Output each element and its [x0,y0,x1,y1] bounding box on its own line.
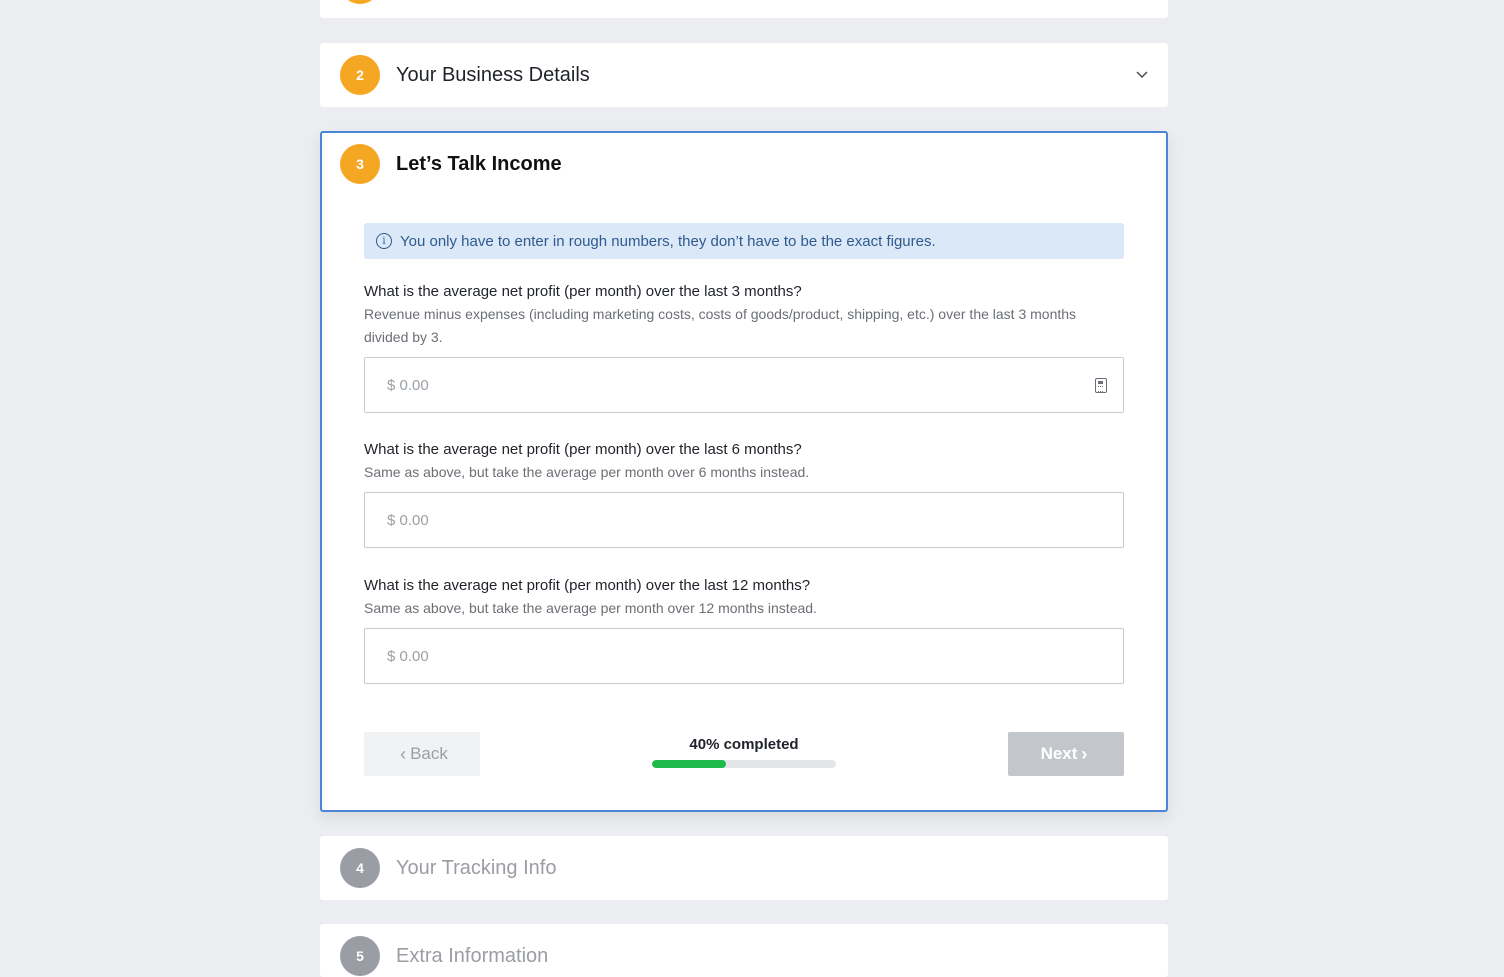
step-5-title: Extra Information [396,944,549,967]
info-banner: i You only have to enter in rough number… [364,223,1124,259]
step-2-number: 2 [340,55,380,95]
progress-text: 40% completed [689,736,799,753]
question-label: What is the average net profit (per mont… [364,283,802,300]
form-footer: ‹ Back 40% completed Next › [364,732,1124,776]
question-12-months: What is the average net profit (per mont… [364,576,1124,684]
info-icon: i [376,233,392,249]
step-4-header[interactable]: 4 Your Tracking Info [320,836,1168,900]
chevron-down-icon[interactable] [1136,69,1148,81]
step-4-number: 4 [340,848,380,888]
step-2-title: Your Business Details [396,63,590,86]
profit-3-months-input[interactable]: $ 0.00 [364,357,1124,413]
back-label: Back [410,744,448,763]
step-3-card: 3 Let’s Talk Income i You only have to e… [320,131,1168,812]
question-label: What is the average net profit (per mont… [364,441,802,458]
question-help: Revenue minus expenses (including market… [364,306,1077,345]
step-2-header[interactable]: 2 Your Business Details [320,43,1168,107]
step-3-header: 3 Let’s Talk Income [322,133,1166,195]
next-label: Next [1040,744,1078,763]
question-help: Same as above, but take the average per … [364,464,810,480]
step-5-card[interactable]: 5 Extra Information [320,924,1168,977]
back-button[interactable]: ‹ Back [364,732,480,776]
question-help: Same as above, but take the average per … [364,600,817,616]
step-3-number: 3 [340,144,380,184]
next-button[interactable]: Next › [1008,732,1124,776]
input-placeholder: $ 0.00 [387,511,429,529]
profit-12-months-input[interactable]: $ 0.00 [364,628,1124,684]
question-label: What is the average net profit (per mont… [364,577,811,594]
progress-track [652,760,836,768]
step-4-title: Your Tracking Info [396,856,557,879]
step-4-card[interactable]: 4 Your Tracking Info [320,836,1168,900]
profit-6-months-input[interactable]: $ 0.00 [364,492,1124,548]
question-6-months: What is the average net profit (per mont… [364,440,1124,548]
input-placeholder: $ 0.00 [387,647,429,665]
step-3-title: Let’s Talk Income [396,152,562,175]
chevron-left-icon: ‹ [400,743,407,764]
input-placeholder: $ 0.00 [387,376,429,394]
progress-indicator: 40% completed [652,736,836,768]
step-5-number: 5 [340,936,380,976]
question-3-months: What is the average net profit (per mont… [364,282,1124,413]
step-2-card[interactable]: 2 Your Business Details [320,43,1168,107]
chevron-right-icon: › [1081,743,1088,764]
step-1-number [340,0,380,4]
step-1-card[interactable] [320,0,1168,18]
progress-fill [652,760,726,768]
step-5-header[interactable]: 5 Extra Information [320,924,1168,977]
info-text: You only have to enter in rough numbers,… [400,232,936,250]
calculator-icon[interactable] [1095,378,1107,393]
